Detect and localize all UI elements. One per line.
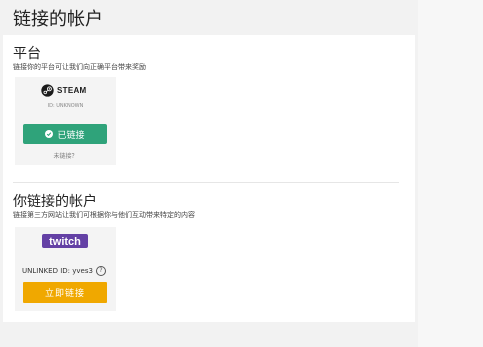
twitch-link-now-button[interactable]: 立即链接 xyxy=(23,282,107,303)
twitch-logo: twitch xyxy=(42,234,88,248)
accounts-section-subtitle: 链接第三方网站让我们可根据你与他们互动带来特定的内容 xyxy=(13,211,195,219)
right-background xyxy=(418,0,483,347)
accounts-section-title: 你链接的帐户 xyxy=(13,194,97,210)
steam-linked-button[interactable]: 已链接 xyxy=(23,124,107,144)
steam-linked-label: 已链接 xyxy=(57,130,85,141)
twitch-unlinked-id: UNLINKED ID: yves3 ? xyxy=(22,266,106,276)
linked-accounts-panel: 链接的帐户 平台 链接你的平台可让我们向正确平台带来奖励 STEAM ID: U… xyxy=(0,0,418,322)
twitch-unlinked-id-text: UNLINKED ID: yves3 xyxy=(22,267,93,275)
steam-unlink-link[interactable]: 未链接？ xyxy=(15,151,116,160)
steam-icon xyxy=(41,83,54,97)
help-icon[interactable]: ? xyxy=(95,266,106,276)
platform-section-subtitle: 链接你的平台可让我们向正确平台带来奖励 xyxy=(13,63,146,71)
page-title: 链接的帐户 xyxy=(13,9,103,30)
section-divider xyxy=(13,182,399,183)
twitch-logo-text: twitch xyxy=(49,236,81,248)
steam-logo-text: STEAM xyxy=(57,85,87,95)
platform-section-title: 平台 xyxy=(13,46,41,62)
steam-logo: STEAM xyxy=(41,82,87,98)
steam-id-text: ID: UNKNOWN xyxy=(47,103,84,109)
check-circle-icon xyxy=(45,130,54,138)
